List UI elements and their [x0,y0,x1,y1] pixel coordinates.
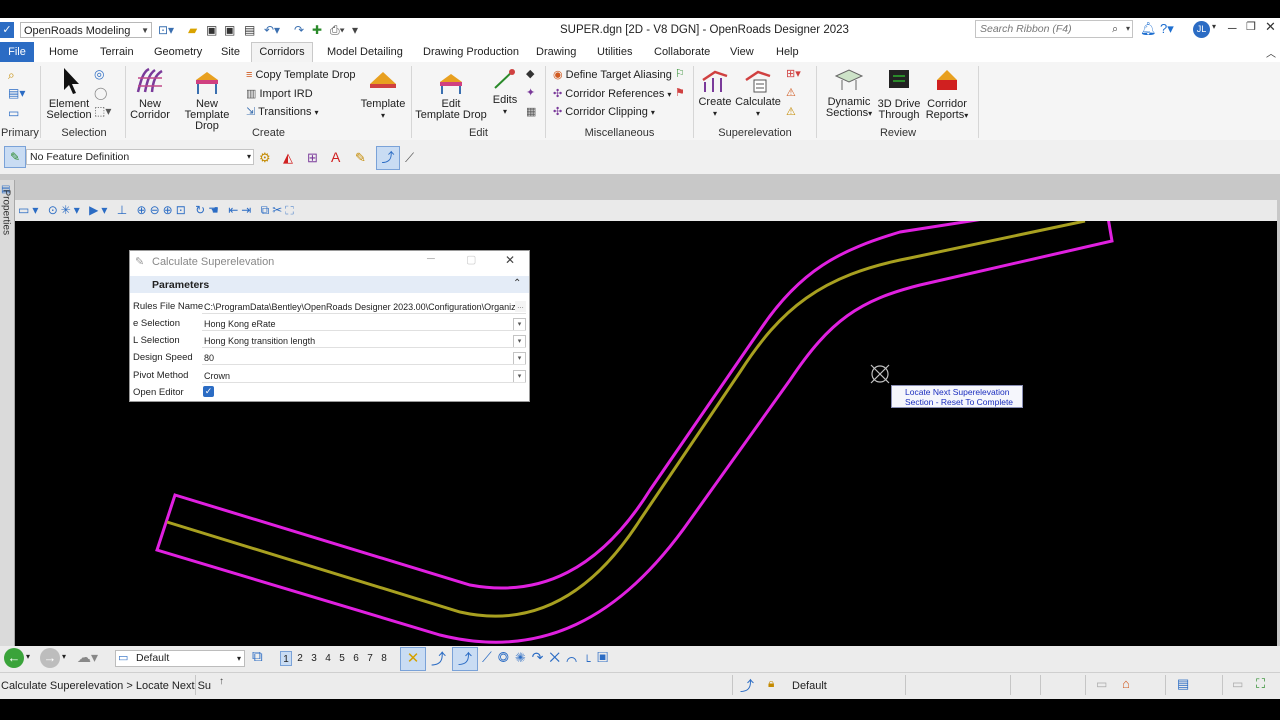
prompt-tooltip: Locate Next Superelevation Section - Rese… [891,385,1023,408]
snap-status-icon[interactable]: ⤴ [740,676,754,696]
document-icon[interactable]: ▭ [1096,677,1107,691]
level-icon: ▭ [118,652,129,664]
open-editor-checkbox[interactable]: ✓ [203,386,214,397]
parameters-label: Parameters [152,279,210,291]
rules-file-input[interactable]: C:\ProgramData\Bentley\OpenRoads Designe… [202,300,526,314]
snap-curve-icon[interactable]: ⤴ [452,647,478,671]
back-icon[interactable]: ← [4,648,24,668]
divider [195,675,196,695]
chevron-down-icon: ▾ [513,318,526,330]
message-icon[interactable]: ↑ [219,676,224,687]
divider [905,675,906,695]
chevron-down-icon: ▾ [236,654,241,663]
divider [1165,675,1166,695]
forward-icon[interactable]: → [40,648,60,668]
rules-file-label: Rules File Name [133,301,204,312]
lock-icon[interactable]: 🔒︎ [768,676,774,691]
chevron-down-icon[interactable]: ▾ [62,652,66,661]
view-button-1[interactable]: 1 [280,651,292,666]
minimize-icon[interactable]: ─ [427,253,435,265]
browse-icon[interactable]: … [515,301,526,312]
divider [1010,675,1011,695]
divider [1040,675,1041,695]
status-prompt: Calculate Superelevation > Locate Next S… [1,680,212,692]
view-button-7[interactable]: 7 [364,651,376,666]
design-speed-select[interactable]: 80 ▾ [202,351,526,365]
view-button-4[interactable]: 4 [322,651,334,666]
snap-tools-icons[interactable]: ⟋◎✺↷✕⌒⌊▣ [482,649,614,666]
chevron-down-icon: ▾ [513,370,526,382]
level-select[interactable]: Default ▾ [115,650,245,667]
dialog-icon: ✎ [135,256,145,268]
snap-tool-icon[interactable]: ⤴ [431,648,446,669]
view-groups-icon[interactable]: ⧉ [252,648,263,665]
chevron-up-icon[interactable]: ⌃ [513,278,521,289]
e-selection-label: e Selection [133,318,181,329]
chevron-down-icon: ▾ [513,352,526,364]
view-button-5[interactable]: 5 [336,651,348,666]
divider [1085,675,1086,695]
chevron-down-icon[interactable]: ▾ [26,652,30,661]
crosshair-cursor [870,364,890,384]
divider [732,675,733,695]
view-button-6[interactable]: 6 [350,651,362,666]
e-selection-select[interactable]: Hong Kong eRate ▾ [202,317,526,331]
status-level: Default [792,680,827,692]
view-button-3[interactable]: 3 [308,651,320,666]
pivot-method-label: Pivot Method [133,370,189,381]
dialog-title: Calculate Superelevation [152,256,275,268]
home-icon[interactable]: ⌂ [1122,676,1130,691]
divider [1222,675,1223,695]
close-icon[interactable]: ✕ [505,253,515,267]
view-button-8[interactable]: 8 [378,651,390,666]
view-history-icon[interactable]: ☁▾ [77,649,98,666]
chevron-down-icon: ▾ [513,335,526,347]
sync-icon[interactable]: ⛶ [1256,676,1265,692]
sheet-icon[interactable]: ▭ [1232,677,1243,691]
snap-toggle-icon[interactable]: ✕ [400,647,426,671]
l-selection-label: L Selection [133,335,180,346]
model-icon[interactable]: ▤ [1177,676,1189,692]
pivot-method-select[interactable]: Crown ▾ [202,369,526,383]
design-speed-label: Design Speed [133,352,193,363]
maximize-icon: ▢ [466,254,477,266]
l-selection-select[interactable]: Hong Kong transition length ▾ [202,334,526,348]
open-editor-label: Open Editor [133,387,184,398]
view-button-2[interactable]: 2 [294,651,306,666]
